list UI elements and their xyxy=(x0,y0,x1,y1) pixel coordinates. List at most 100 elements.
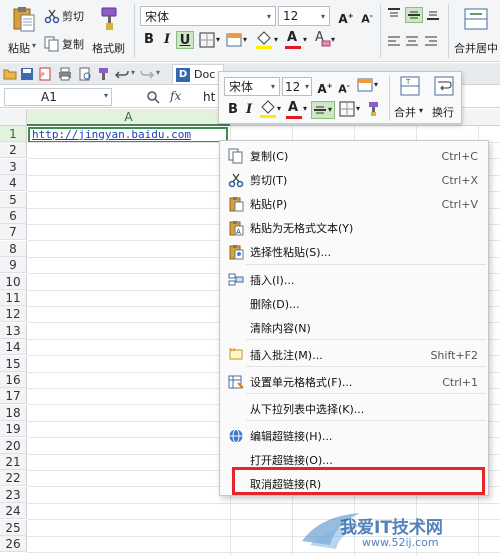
menu-item-shortcut: Ctrl+V xyxy=(441,197,478,211)
save-icon[interactable] xyxy=(20,67,34,81)
folder-icon[interactable] xyxy=(3,67,17,81)
menu-item[interactable]: A 粘贴为无格式文本(Y) xyxy=(220,216,488,240)
bold-button[interactable]: B xyxy=(140,31,158,49)
row-header[interactable]: 23 xyxy=(0,486,27,503)
fill-color-button[interactable]: ▾ xyxy=(255,30,281,52)
merge-center-button[interactable]: 合并居中 xyxy=(452,4,500,58)
menu-item[interactable]: 删除(D)... xyxy=(220,292,488,316)
mini-font-color-letter: A xyxy=(288,100,299,115)
align-bottom-button[interactable] xyxy=(426,8,442,22)
format-painter-small-icon[interactable] xyxy=(97,67,111,81)
row-header[interactable]: 24 xyxy=(0,503,27,520)
column-header-a[interactable]: A xyxy=(27,109,230,126)
mini-italic-button[interactable]: I xyxy=(240,101,258,119)
export-pdf-icon[interactable]: P xyxy=(38,67,52,81)
row-header[interactable]: 22 xyxy=(0,470,27,487)
row-header[interactable]: 13 xyxy=(0,322,27,339)
align-left-button[interactable] xyxy=(387,35,403,49)
menu-item[interactable]: 复制(C) Ctrl+C xyxy=(220,144,488,168)
align-top-button[interactable] xyxy=(387,8,403,22)
row-header[interactable]: 14 xyxy=(0,339,27,356)
row-header[interactable]: 10 xyxy=(0,273,27,290)
mini-fill-color-button[interactable]: ▾ xyxy=(259,99,283,121)
formula-input[interactable]: ht xyxy=(203,90,215,104)
menu-item[interactable]: 从下拉列表中选择(K)... xyxy=(220,397,488,421)
scissors-icon xyxy=(44,9,60,24)
menu-item[interactable]: 插入(I)... xyxy=(220,268,488,292)
clear-format-button[interactable]: A ▾ xyxy=(312,30,338,52)
menu-item[interactable]: 粘贴(P) Ctrl+V xyxy=(220,192,488,216)
row-header[interactable]: 12 xyxy=(0,306,27,323)
redo-icon[interactable] xyxy=(140,67,154,81)
mini-wrap-button[interactable]: 换行 xyxy=(429,75,461,121)
row-header[interactable]: 9 xyxy=(0,257,27,274)
align-right-button[interactable] xyxy=(424,35,440,49)
align-top-icon xyxy=(388,8,400,17)
row-header[interactable]: 20 xyxy=(0,437,27,454)
mini-cell-style-button[interactable]: ▾ xyxy=(357,77,381,95)
font-name-select[interactable]: 宋体 ▾ xyxy=(140,6,276,26)
tab-document[interactable]: D Doc xyxy=(172,64,224,84)
row-header[interactable]: 21 xyxy=(0,454,27,470)
align-center-button[interactable] xyxy=(405,35,421,49)
fx-button[interactable]: fx xyxy=(170,89,181,103)
row-header[interactable]: 6 xyxy=(0,208,27,224)
mini-border-button[interactable]: ▾ xyxy=(339,101,363,119)
chevron-down-icon: ▾ xyxy=(103,91,108,100)
menu-item[interactable]: 编辑超链接(H)... xyxy=(220,424,488,448)
chevron-down-icon[interactable]: ▾ xyxy=(131,68,135,77)
font-size-select[interactable]: 12 ▾ xyxy=(278,6,330,26)
row-header[interactable]: 18 xyxy=(0,404,27,421)
underline-button[interactable]: U xyxy=(176,31,194,49)
align-middle-button[interactable] xyxy=(405,7,423,23)
mini-font-grow-button[interactable]: A+ xyxy=(316,77,334,96)
chevron-down-icon[interactable]: ▾ xyxy=(156,68,160,77)
row-header[interactable]: 17 xyxy=(0,388,27,405)
font-color-swatch xyxy=(285,46,301,49)
select-all-corner[interactable] xyxy=(0,109,27,126)
row-header[interactable]: 26 xyxy=(0,536,27,552)
cut-button[interactable]: 剪切 xyxy=(44,8,84,24)
row-header[interactable]: 7 xyxy=(0,224,27,241)
format-painter-button[interactable]: 格式刷 xyxy=(90,4,130,58)
menu-item[interactable]: 设置单元格格式(F)... Ctrl+1 xyxy=(220,370,488,394)
mini-align-middle-button[interactable]: ▾ xyxy=(311,101,335,119)
row-header[interactable]: 15 xyxy=(0,355,27,372)
menu-item[interactable]: 清除内容(N) xyxy=(220,316,488,340)
cell-a1[interactable]: http://jingyan.baidu.com xyxy=(28,127,228,143)
italic-button[interactable]: I xyxy=(158,31,176,49)
menu-item[interactable]: 选择性粘贴(S)... xyxy=(220,240,488,264)
mini-font-size-select[interactable]: 12 ▾ xyxy=(282,77,312,96)
print-icon[interactable] xyxy=(58,67,72,81)
row-header[interactable]: 4 xyxy=(0,175,27,192)
name-box[interactable]: A1 ▾ xyxy=(4,88,112,106)
row-header[interactable]: 8 xyxy=(0,240,27,257)
print-preview-icon[interactable] xyxy=(78,67,92,81)
eraser-icon xyxy=(321,40,331,47)
row-header[interactable]: 19 xyxy=(0,421,27,438)
row-header[interactable]: 1 xyxy=(0,126,27,142)
menu-item-label: 选择性粘贴(S)... xyxy=(250,246,332,259)
row-header[interactable]: 16 xyxy=(0,372,27,388)
border-button[interactable]: ▾ xyxy=(199,32,225,50)
copy-button[interactable]: 复制 xyxy=(44,36,84,52)
paste-button[interactable]: 粘贴 ▾ xyxy=(6,4,42,58)
zoom-search-icon[interactable] xyxy=(146,90,160,104)
mini-font-name-select[interactable]: 宋体 ▾ xyxy=(224,77,280,96)
mini-font-shrink-button[interactable]: A- xyxy=(335,77,353,96)
row-header[interactable]: 5 xyxy=(0,191,27,208)
menu-item[interactable]: 剪切(T) Ctrl+X xyxy=(220,168,488,192)
row-header[interactable]: 25 xyxy=(0,519,27,536)
font-color-button[interactable]: A ▾ xyxy=(284,30,310,52)
font-shrink-button[interactable]: A- xyxy=(358,7,376,26)
cell-style-button[interactable]: ▾ xyxy=(226,32,252,50)
font-grow-button[interactable]: A+ xyxy=(337,7,355,26)
mini-format-painter-button[interactable] xyxy=(367,101,385,119)
undo-icon[interactable] xyxy=(115,67,129,81)
mini-merge-button[interactable]: T 合并 ▾ xyxy=(394,75,426,121)
row-header[interactable]: 11 xyxy=(0,290,27,306)
mini-font-color-button[interactable]: A ▾ xyxy=(285,99,309,121)
menu-item[interactable]: 插入批注(M)... Shift+F2 xyxy=(220,343,488,367)
row-header[interactable]: 2 xyxy=(0,142,27,159)
row-header[interactable]: 3 xyxy=(0,158,27,175)
